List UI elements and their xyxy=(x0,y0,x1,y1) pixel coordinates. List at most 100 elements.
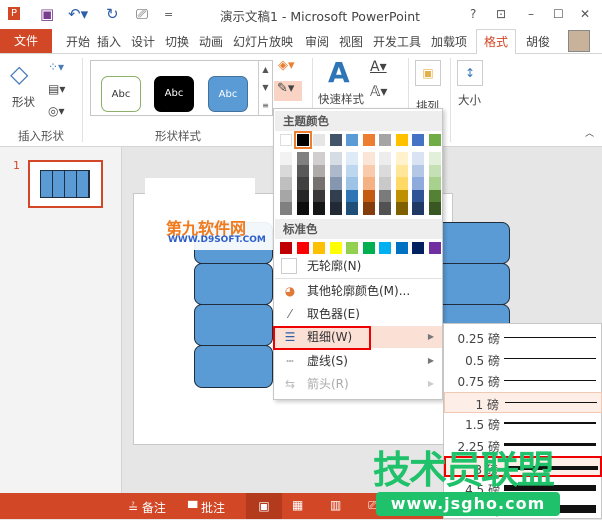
shade-swatch[interactable] xyxy=(296,164,309,177)
eyedropper-item[interactable]: ⁄ 取色器(E) xyxy=(275,303,442,325)
size-icon[interactable]: ↕ xyxy=(457,60,483,86)
shade-swatch[interactable] xyxy=(329,177,342,190)
redo-icon[interactable]: ↻ xyxy=(106,5,119,23)
avatar[interactable] xyxy=(568,30,590,52)
tab-format[interactable]: 格式 xyxy=(476,29,516,55)
standard-color-swatch[interactable] xyxy=(379,242,391,254)
help-button[interactable]: ? xyxy=(470,7,476,21)
shade-swatch[interactable] xyxy=(412,189,424,202)
shade-swatch[interactable] xyxy=(395,189,408,202)
shade-swatch[interactable] xyxy=(313,189,325,202)
shade-swatch[interactable] xyxy=(428,202,441,215)
shade-swatch[interactable] xyxy=(313,164,325,177)
customize-qat-icon[interactable]: = xyxy=(164,8,173,21)
tab-transitions[interactable]: 切换 xyxy=(165,33,189,50)
shade-swatch[interactable] xyxy=(313,177,325,190)
shade-swatch[interactable] xyxy=(379,189,391,202)
shape-fill-icon[interactable]: ◈▾ xyxy=(278,58,295,73)
no-outline-item[interactable]: 无轮廓(N) xyxy=(275,255,442,277)
standard-color-swatch[interactable] xyxy=(395,242,408,254)
theme-color-swatch[interactable] xyxy=(346,134,358,146)
shade-swatch[interactable] xyxy=(428,152,441,165)
text-outline-icon[interactable]: 𝔸▾ xyxy=(370,84,387,100)
theme-color-swatch[interactable] xyxy=(313,134,325,146)
shade-swatch[interactable] xyxy=(280,164,292,177)
shade-swatch[interactable] xyxy=(395,202,408,215)
merge-shapes-icon[interactable]: ◎▾ xyxy=(48,104,65,118)
standard-color-swatch[interactable] xyxy=(428,242,441,254)
shade-swatch[interactable] xyxy=(412,202,424,215)
shade-swatch[interactable] xyxy=(329,202,342,215)
shade-swatch[interactable] xyxy=(362,177,375,190)
shade-swatch[interactable] xyxy=(428,189,441,202)
tab-animations[interactable]: 动画 xyxy=(199,33,223,50)
shade-swatch[interactable] xyxy=(379,152,391,165)
weight-option[interactable]: 0.75 磅 xyxy=(444,370,602,391)
maximize-button[interactable]: ☐ xyxy=(553,7,564,21)
standard-color-swatch[interactable] xyxy=(362,242,375,254)
tab-developer[interactable]: 开发工具 xyxy=(373,33,421,50)
style-outline-green[interactable]: Abc xyxy=(101,76,141,112)
text-fill-icon[interactable]: A▾ xyxy=(370,59,387,75)
theme-color-swatch[interactable] xyxy=(412,134,424,146)
shape-outline-button[interactable]: ✎▾ xyxy=(274,81,302,101)
shape-cell[interactable] xyxy=(194,263,273,305)
shade-swatch[interactable] xyxy=(362,164,375,177)
shade-swatch[interactable] xyxy=(296,177,309,190)
shade-swatch[interactable] xyxy=(313,202,325,215)
quick-styles-button[interactable]: 快速样式 xyxy=(318,92,364,106)
theme-color-swatch[interactable] xyxy=(362,134,375,146)
shade-swatch[interactable] xyxy=(395,164,408,177)
weight-option[interactable]: 0.5 磅 xyxy=(444,349,602,370)
shape-cell[interactable] xyxy=(194,304,273,346)
user-name[interactable]: 胡俊 xyxy=(526,33,550,50)
collapse-ribbon-icon[interactable]: ︿ xyxy=(585,126,594,139)
slideshow-icon[interactable]: ⎚ xyxy=(136,5,148,23)
standard-color-swatch[interactable] xyxy=(296,242,309,254)
quick-styles-icon[interactable]: A xyxy=(328,56,350,89)
theme-color-swatch[interactable] xyxy=(379,134,391,146)
shade-swatch[interactable] xyxy=(346,202,358,215)
shape-cell[interactable] xyxy=(194,345,273,388)
shade-swatch[interactable] xyxy=(346,152,358,165)
standard-color-swatch[interactable] xyxy=(346,242,358,254)
normal-view-icon[interactable]: ▣ xyxy=(246,493,282,519)
tab-design[interactable]: 设计 xyxy=(131,33,155,50)
shade-swatch[interactable] xyxy=(346,177,358,190)
shade-swatch[interactable] xyxy=(412,164,424,177)
style-black-fill[interactable]: Abc xyxy=(154,76,194,112)
ribbon-display-icon[interactable]: ⊡ xyxy=(496,7,506,21)
shade-swatch[interactable] xyxy=(280,152,292,165)
tab-insert[interactable]: 插入 xyxy=(97,33,121,50)
shade-swatch[interactable] xyxy=(395,152,408,165)
more-outline-colors-item[interactable]: ◕ 其他轮廓颜色(M)... xyxy=(275,280,442,302)
shade-swatch[interactable] xyxy=(346,164,358,177)
shade-swatch[interactable] xyxy=(280,177,292,190)
shade-swatch[interactable] xyxy=(412,152,424,165)
shade-swatch[interactable] xyxy=(296,202,309,215)
shade-swatch[interactable] xyxy=(428,177,441,190)
comments-button[interactable]: ▀ 批注 xyxy=(188,499,225,516)
shade-swatch[interactable] xyxy=(362,152,375,165)
shade-swatch[interactable] xyxy=(362,189,375,202)
reading-view-icon[interactable]: ▥ xyxy=(330,498,341,512)
shade-swatch[interactable] xyxy=(329,189,342,202)
style-blue-fill[interactable]: Abc xyxy=(208,76,248,112)
tab-slideshow[interactable]: 幻灯片放映 xyxy=(233,33,293,50)
theme-color-swatch[interactable] xyxy=(293,131,312,149)
shapes-button[interactable]: 形状 xyxy=(12,94,35,110)
tab-review[interactable]: 审阅 xyxy=(305,33,329,50)
shade-swatch[interactable] xyxy=(329,152,342,165)
arrange-icon[interactable]: ▣ xyxy=(415,60,441,86)
standard-color-swatch[interactable] xyxy=(329,242,342,254)
shade-swatch[interactable] xyxy=(296,152,309,165)
minimize-button[interactable]: – xyxy=(528,7,534,21)
shade-swatch[interactable] xyxy=(329,164,342,177)
size-button[interactable]: 大小 xyxy=(458,92,481,108)
slide-sorter-icon[interactable]: ▦ xyxy=(292,498,303,512)
standard-color-swatch[interactable] xyxy=(313,242,325,254)
notes-button[interactable]: ≟ 备注 xyxy=(128,499,166,516)
shapes-icon[interactable]: ◇ xyxy=(10,60,28,88)
theme-color-swatch[interactable] xyxy=(395,134,408,146)
standard-color-swatch[interactable] xyxy=(412,242,424,254)
